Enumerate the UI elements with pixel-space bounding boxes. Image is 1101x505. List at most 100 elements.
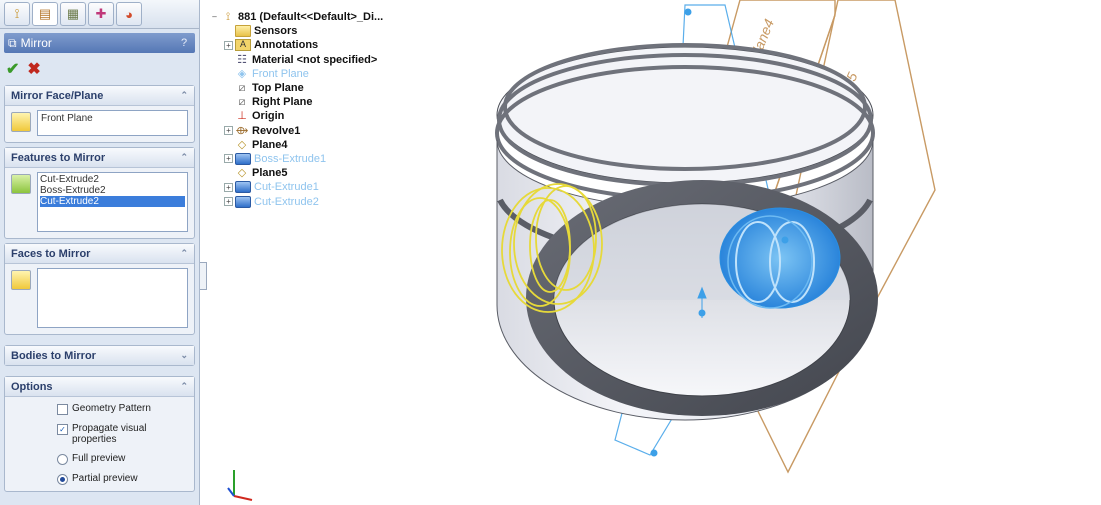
- faces-list[interactable]: [37, 268, 188, 328]
- tree-node-cut-extrude1[interactable]: + Cut-Extrude1: [224, 180, 440, 194]
- property-manager-panel: ⟟ ▤ ▦ ✚ ◕ ⧉ Mirror ? ✔ ✖ Mirror Face/Pla…: [0, 0, 200, 505]
- tree-node-material[interactable]: ☷ Material <not specified>: [224, 53, 440, 67]
- list-item[interactable]: Boss-Extrude2: [40, 185, 185, 196]
- mirror-plane-selection[interactable]: Front Plane: [37, 110, 188, 136]
- tree-node-annotations[interactable]: + A Annotations: [224, 38, 440, 52]
- tree-node-plane4[interactable]: ◇ Plane4: [224, 138, 440, 152]
- geometry-pattern-option[interactable]: Geometry Pattern: [57, 403, 194, 415]
- expand-icon[interactable]: +: [224, 197, 233, 207]
- cut-extrude-highlight[interactable]: [719, 207, 841, 309]
- options-group: Options ⌃ Geometry Pattern ✓ Propagate v…: [4, 376, 195, 492]
- property-manager-tab[interactable]: ▤: [32, 2, 58, 26]
- tree-node-boss-extrude1[interactable]: + Boss-Extrude1: [224, 152, 440, 166]
- option-label: Geometry Pattern: [72, 403, 151, 414]
- tree-root[interactable]: – ⟟ 881 (Default<<Default>_Di...: [210, 10, 440, 24]
- tree-node-origin[interactable]: ⊥ Origin: [224, 109, 440, 123]
- option-label: Propagate visual properties: [72, 423, 147, 445]
- tree-node-sensors[interactable]: Sensors: [224, 24, 440, 38]
- plane-icon: ◇: [237, 167, 247, 180]
- collapse-icon[interactable]: ⌃: [180, 381, 188, 392]
- origin-icon: ⊥: [237, 110, 247, 123]
- tree-node-cut-extrude2[interactable]: + Cut-Extrude2: [224, 194, 440, 208]
- list-item[interactable]: Cut-Extrude2: [40, 174, 185, 185]
- tree-node-revolve1[interactable]: + ⟴ Revolve1: [224, 124, 440, 138]
- panel-resize-handle[interactable]: [200, 262, 207, 290]
- tree-node-label: Cut-Extrude2: [254, 195, 319, 208]
- tree-node-right-plane[interactable]: ⧄ Right Plane: [224, 95, 440, 109]
- tree-node-label: Cut-Extrude1: [254, 181, 319, 194]
- features-to-mirror-header[interactable]: Features to Mirror ⌃: [5, 148, 194, 168]
- tree-node-label: Plane5: [252, 167, 288, 180]
- geometry-pattern-checkbox[interactable]: [57, 404, 68, 415]
- tree-node-label: Plane4: [252, 138, 288, 151]
- revolve-icon: ⟴: [235, 124, 249, 137]
- expand-icon[interactable]: +: [224, 40, 233, 50]
- collapse-icon[interactable]: ⌃: [180, 90, 188, 101]
- extrude-icon: [235, 181, 251, 194]
- display-manager-tab[interactable]: ◕: [116, 2, 142, 26]
- group-title: Faces to Mirror: [11, 247, 91, 260]
- panel-title: Mirror: [20, 36, 52, 50]
- features-select-icon: [11, 174, 31, 194]
- expand-icon[interactable]: +: [224, 126, 233, 136]
- help-button[interactable]: ?: [177, 37, 191, 49]
- faces-select-icon: [11, 270, 31, 290]
- plane-icon: ⧄: [238, 82, 246, 95]
- list-item-selected[interactable]: Cut-Extrude2: [40, 196, 185, 207]
- group-title: Bodies to Mirror: [11, 349, 96, 362]
- annotations-icon: A: [235, 39, 251, 52]
- propagate-visual-option[interactable]: ✓ Propagate visual properties: [57, 423, 194, 445]
- plane-select-icon: [11, 112, 31, 132]
- collapse-icon[interactable]: ⌃: [180, 248, 188, 259]
- graphics-viewport[interactable]: Plane4 Plane5 Front Plane: [440, 0, 1101, 505]
- display-manager-icon: ◕: [125, 6, 133, 22]
- expand-icon[interactable]: +: [224, 154, 233, 164]
- confirm-row: ✔ ✖: [6, 57, 193, 81]
- tree-node-label: Right Plane: [252, 96, 313, 109]
- propagate-visual-checkbox[interactable]: ✓: [57, 424, 68, 435]
- plane-icon: ◇: [237, 138, 247, 151]
- extrude-icon: [235, 195, 251, 208]
- expand-icon[interactable]: ⌄: [180, 350, 188, 361]
- faces-to-mirror-group: Faces to Mirror ⌃: [4, 243, 195, 335]
- ok-button[interactable]: ✔: [6, 59, 19, 79]
- group-title: Features to Mirror: [11, 151, 106, 164]
- partial-preview-option[interactable]: Partial preview: [57, 473, 194, 485]
- tree-node-label: Boss-Extrude1: [254, 152, 327, 165]
- group-title: Options: [11, 380, 53, 393]
- tree-root-label: 881 (Default<<Default>_Di...: [238, 11, 384, 24]
- tree-collapse-icon[interactable]: –: [210, 12, 219, 22]
- full-preview-radio[interactable]: [57, 454, 68, 465]
- expand-icon[interactable]: +: [224, 182, 233, 192]
- extrude-icon: [235, 152, 251, 165]
- faces-to-mirror-header[interactable]: Faces to Mirror ⌃: [5, 244, 194, 264]
- feature-tree: – ⟟ 881 (Default<<Default>_Di... Sensors…: [210, 10, 440, 209]
- dimxpert-tab[interactable]: ✚: [88, 2, 114, 26]
- collapse-icon[interactable]: ⌃: [180, 152, 188, 163]
- bodies-to-mirror-header[interactable]: Bodies to Mirror ⌄: [5, 346, 194, 365]
- coordinate-triad: [227, 470, 253, 501]
- mirror-feature-icon: ⧉: [8, 35, 17, 50]
- mirror-face-plane-header[interactable]: Mirror Face/Plane ⌃: [5, 86, 194, 106]
- full-preview-option[interactable]: Full preview: [57, 453, 194, 465]
- partial-preview-radio[interactable]: [57, 474, 68, 485]
- group-title: Mirror Face/Plane: [11, 89, 104, 102]
- configuration-manager-tab[interactable]: ▦: [60, 2, 86, 26]
- cancel-button[interactable]: ✖: [27, 59, 40, 79]
- tree-node-label: Front Plane: [252, 67, 309, 80]
- dimxpert-icon: ✚: [95, 6, 107, 21]
- mirror-face-plane-group: Mirror Face/Plane ⌃ Front Plane: [4, 85, 195, 143]
- bodies-to-mirror-group: Bodies to Mirror ⌄: [4, 345, 195, 366]
- mirror-title-bar: ⧉ Mirror ?: [4, 33, 195, 53]
- tree-node-label: Annotations: [254, 39, 319, 52]
- tree-node-label: Origin: [252, 110, 285, 123]
- options-header[interactable]: Options ⌃: [5, 377, 194, 397]
- part-icon: ⟟: [225, 11, 231, 24]
- option-label: Full preview: [72, 453, 126, 464]
- features-to-mirror-group: Features to Mirror ⌃ Cut-Extrude2 Boss-E…: [4, 147, 195, 239]
- tree-node-plane5[interactable]: ◇ Plane5: [224, 166, 440, 180]
- tree-node-front-plane[interactable]: ◈ Front Plane: [224, 67, 440, 81]
- feature-manager-tab[interactable]: ⟟: [4, 2, 30, 26]
- features-list[interactable]: Cut-Extrude2 Boss-Extrude2 Cut-Extrude2: [37, 172, 188, 232]
- tree-node-top-plane[interactable]: ⧄ Top Plane: [224, 81, 440, 95]
